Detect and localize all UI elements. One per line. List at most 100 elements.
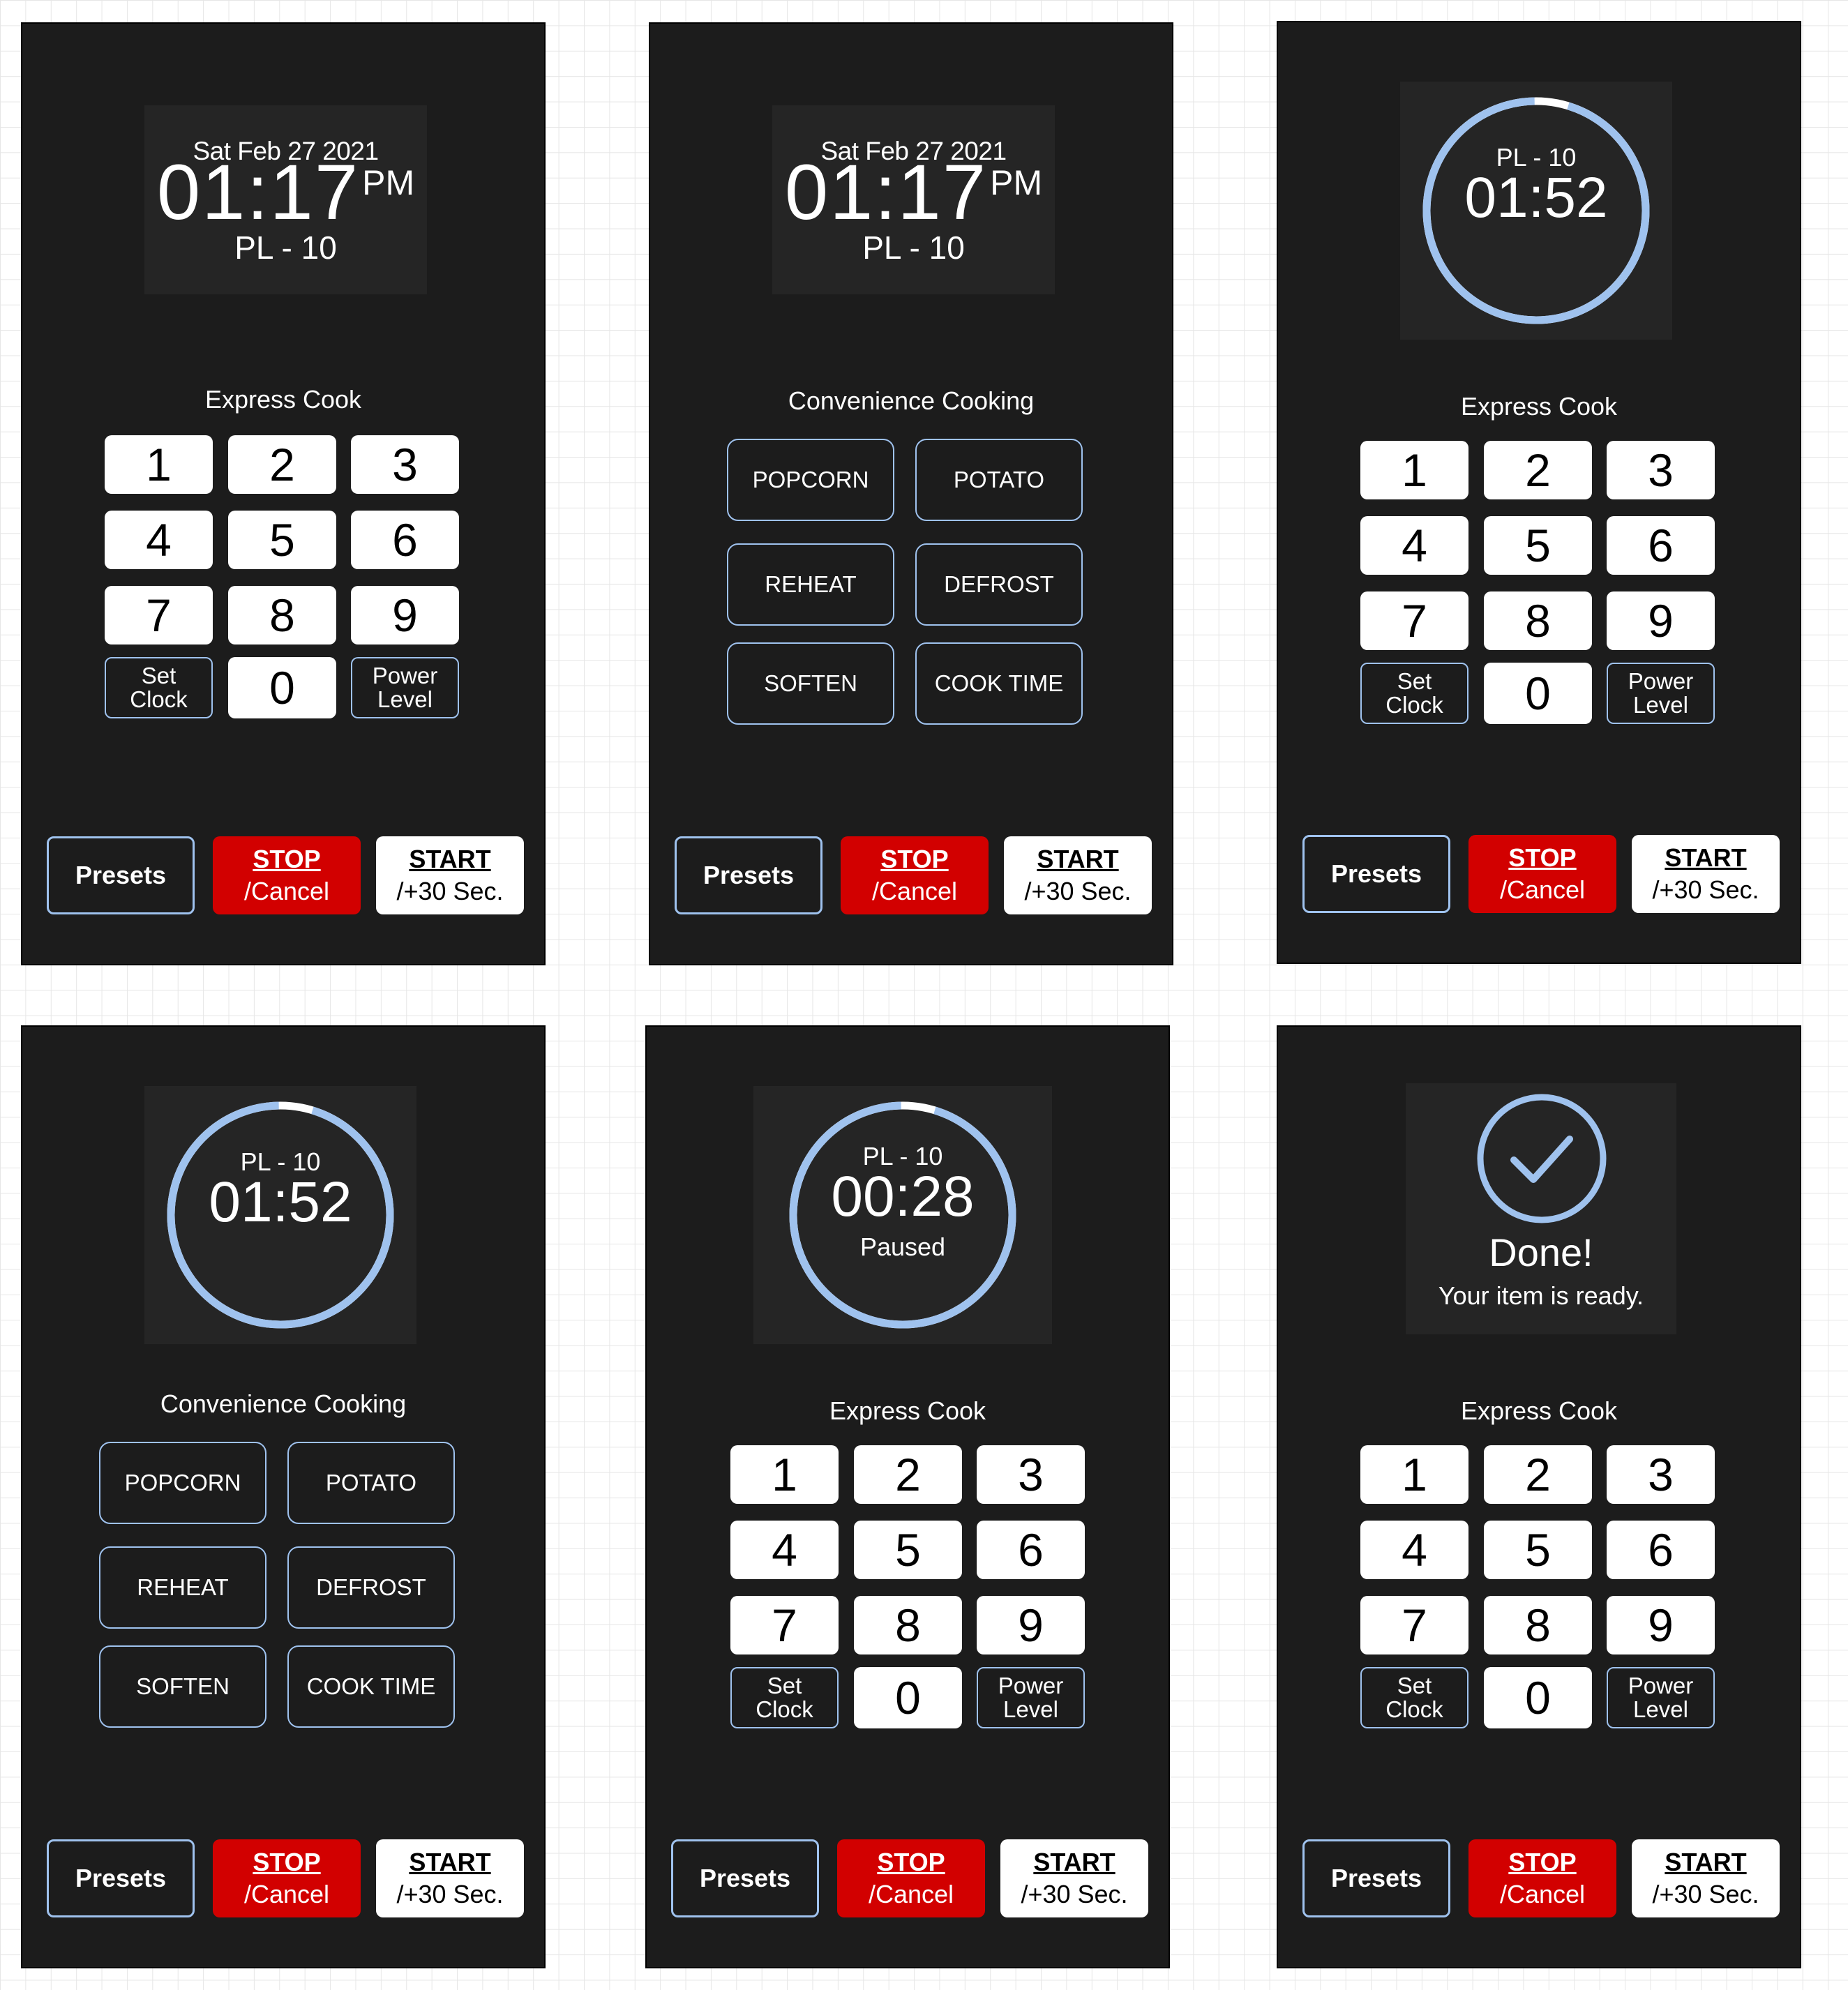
set-clock-button[interactable]: Set Clock bbox=[1360, 1667, 1468, 1728]
key-6[interactable]: 6 bbox=[977, 1521, 1085, 1579]
checkmark-icon bbox=[1477, 1094, 1607, 1223]
stop-cancel-button[interactable]: STOP/Cancel bbox=[837, 1839, 985, 1917]
key-0[interactable]: 0 bbox=[854, 1667, 962, 1728]
key-5[interactable]: 5 bbox=[228, 511, 336, 569]
start-add30-button[interactable]: START/+30 Sec. bbox=[1632, 1839, 1780, 1917]
start-add30-button[interactable]: START/+30 Sec. bbox=[376, 1839, 524, 1917]
soften-button[interactable]: SOFTEN bbox=[99, 1645, 266, 1728]
stop-cancel-button[interactable]: STOP/Cancel bbox=[1468, 835, 1616, 913]
display-screen: PL - 10 00:28 Paused bbox=[753, 1086, 1052, 1344]
key-4[interactable]: 4 bbox=[105, 511, 213, 569]
potato-button[interactable]: POTATO bbox=[915, 439, 1083, 521]
key-1[interactable]: 1 bbox=[1360, 441, 1468, 499]
section-title: Express Cook bbox=[1460, 392, 1618, 421]
convenience-grid: POPCORN POTATO REHEAT DEFROST SOFTEN COOK TIM… bbox=[99, 1442, 462, 1735]
key-9[interactable]: 9 bbox=[1607, 591, 1715, 650]
key-2[interactable]: 2 bbox=[1484, 1445, 1592, 1504]
set-clock-button[interactable]: Set Clock bbox=[730, 1667, 839, 1728]
key-0[interactable]: 0 bbox=[1484, 1667, 1592, 1728]
reheat-button[interactable]: REHEAT bbox=[727, 543, 894, 626]
potato-button[interactable]: POTATO bbox=[287, 1442, 455, 1524]
power-level-button[interactable]: Power Level bbox=[977, 1667, 1085, 1728]
display-screen: PL - 10 01:52 bbox=[1400, 82, 1672, 340]
power-level-button[interactable]: Power Level bbox=[1607, 1667, 1715, 1728]
presets-button[interactable]: Presets bbox=[671, 1839, 819, 1917]
key-1[interactable]: 1 bbox=[105, 435, 213, 494]
display-timer: 01:52 bbox=[1464, 166, 1608, 229]
key-8[interactable]: 8 bbox=[854, 1596, 962, 1654]
key-7[interactable]: 7 bbox=[1360, 591, 1468, 650]
key-6[interactable]: 6 bbox=[1607, 1521, 1715, 1579]
popcorn-button[interactable]: POPCORN bbox=[727, 439, 894, 521]
presets-button[interactable]: Presets bbox=[1302, 1839, 1450, 1917]
set-clock-button[interactable]: Set Clock bbox=[105, 657, 213, 718]
key-5[interactable]: 5 bbox=[1484, 1521, 1592, 1579]
start-add30-button[interactable]: START/+30 Sec. bbox=[1004, 836, 1152, 914]
defrost-button[interactable]: DEFROST bbox=[915, 543, 1083, 626]
presets-button[interactable]: Presets bbox=[1302, 835, 1450, 913]
key-1[interactable]: 1 bbox=[730, 1445, 839, 1504]
done-title: Done! bbox=[1489, 1230, 1593, 1274]
control-bar: Presets STOP/Cancel START/+30 Sec. bbox=[47, 1839, 528, 1920]
key-4[interactable]: 4 bbox=[1360, 1521, 1468, 1579]
microwave-panel-running-convenience: PL - 10 01:52 Convenience Cooking POPCOR… bbox=[21, 1025, 546, 1968]
key-3[interactable]: 3 bbox=[1607, 1445, 1715, 1504]
presets-button[interactable]: Presets bbox=[47, 1839, 195, 1917]
defrost-button[interactable]: DEFROST bbox=[287, 1546, 455, 1629]
key-4[interactable]: 4 bbox=[730, 1521, 839, 1579]
microwave-panel-idle-express: Sat Feb 27 2021 01:17PM PL - 10 Express … bbox=[21, 22, 546, 965]
start-add30-button[interactable]: START/+30 Sec. bbox=[1000, 1839, 1148, 1917]
microwave-panel-idle-convenience: Sat Feb 27 2021 01:17PM PL - 10 Convenie… bbox=[649, 22, 1173, 965]
stop-cancel-button[interactable]: STOP/Cancel bbox=[213, 836, 361, 914]
key-9[interactable]: 9 bbox=[1607, 1596, 1715, 1654]
key-8[interactable]: 8 bbox=[1484, 1596, 1592, 1654]
cook-time-button[interactable]: COOK TIME bbox=[287, 1645, 455, 1728]
set-clock-button[interactable]: Set Clock bbox=[1360, 663, 1468, 724]
key-2[interactable]: 2 bbox=[1484, 441, 1592, 499]
key-8[interactable]: 8 bbox=[1484, 591, 1592, 650]
section-title: Express Cook bbox=[1460, 1396, 1618, 1425]
start-add30-button[interactable]: START/+30 Sec. bbox=[376, 836, 524, 914]
key-9[interactable]: 9 bbox=[977, 1596, 1085, 1654]
section-title: Convenience Cooking bbox=[160, 1389, 407, 1418]
power-level-button[interactable]: Power Level bbox=[351, 657, 459, 718]
key-9[interactable]: 9 bbox=[351, 586, 459, 645]
key-8[interactable]: 8 bbox=[228, 586, 336, 645]
number-keypad: 1 2 3 4 5 6 7 8 9 Set Clock 0 Power Level bbox=[105, 435, 467, 728]
soften-button[interactable]: SOFTEN bbox=[727, 642, 894, 725]
start-add30-button[interactable]: START/+30 Sec. bbox=[1632, 835, 1780, 913]
key-4[interactable]: 4 bbox=[1360, 516, 1468, 575]
stop-cancel-button[interactable]: STOP/Cancel bbox=[213, 1839, 361, 1917]
key-3[interactable]: 3 bbox=[977, 1445, 1085, 1504]
stop-cancel-button[interactable]: STOP/Cancel bbox=[841, 836, 989, 914]
key-3[interactable]: 3 bbox=[1607, 441, 1715, 499]
key-7[interactable]: 7 bbox=[730, 1596, 839, 1654]
done-subtitle: Your item is ready. bbox=[1438, 1281, 1644, 1310]
reheat-button[interactable]: REHEAT bbox=[99, 1546, 266, 1629]
presets-button[interactable]: Presets bbox=[675, 836, 822, 914]
key-7[interactable]: 7 bbox=[105, 586, 213, 645]
key-5[interactable]: 5 bbox=[1484, 516, 1592, 575]
power-level-button[interactable]: Power Level bbox=[1607, 663, 1715, 724]
key-3[interactable]: 3 bbox=[351, 435, 459, 494]
key-5[interactable]: 5 bbox=[854, 1521, 962, 1579]
popcorn-button[interactable]: POPCORN bbox=[99, 1442, 266, 1524]
control-bar: Presets STOP/Cancel START/+30 Sec. bbox=[671, 1839, 1152, 1920]
key-7[interactable]: 7 bbox=[1360, 1596, 1468, 1654]
key-0[interactable]: 0 bbox=[1484, 663, 1592, 724]
convenience-grid: POPCORN POTATO REHEAT DEFROST SOFTEN COOK TIM… bbox=[727, 439, 1090, 732]
key-6[interactable]: 6 bbox=[351, 511, 459, 569]
display-timer: 01:52 bbox=[209, 1170, 352, 1234]
key-6[interactable]: 6 bbox=[1607, 516, 1715, 575]
key-2[interactable]: 2 bbox=[854, 1445, 962, 1504]
cook-time-button[interactable]: COOK TIME bbox=[915, 642, 1083, 725]
key-2[interactable]: 2 bbox=[228, 435, 336, 494]
presets-button[interactable]: Presets bbox=[47, 836, 195, 914]
key-0[interactable]: 0 bbox=[228, 657, 336, 718]
section-title: Convenience Cooking bbox=[788, 386, 1035, 415]
number-keypad: 1 2 3 4 5 6 7 8 9 Set Clock 0 Power Level bbox=[1360, 1445, 1723, 1738]
display-screen: PL - 10 01:52 bbox=[144, 1086, 416, 1344]
display-time: 01:17PM bbox=[156, 149, 415, 236]
stop-cancel-button[interactable]: STOP/Cancel bbox=[1468, 1839, 1616, 1917]
key-1[interactable]: 1 bbox=[1360, 1445, 1468, 1504]
